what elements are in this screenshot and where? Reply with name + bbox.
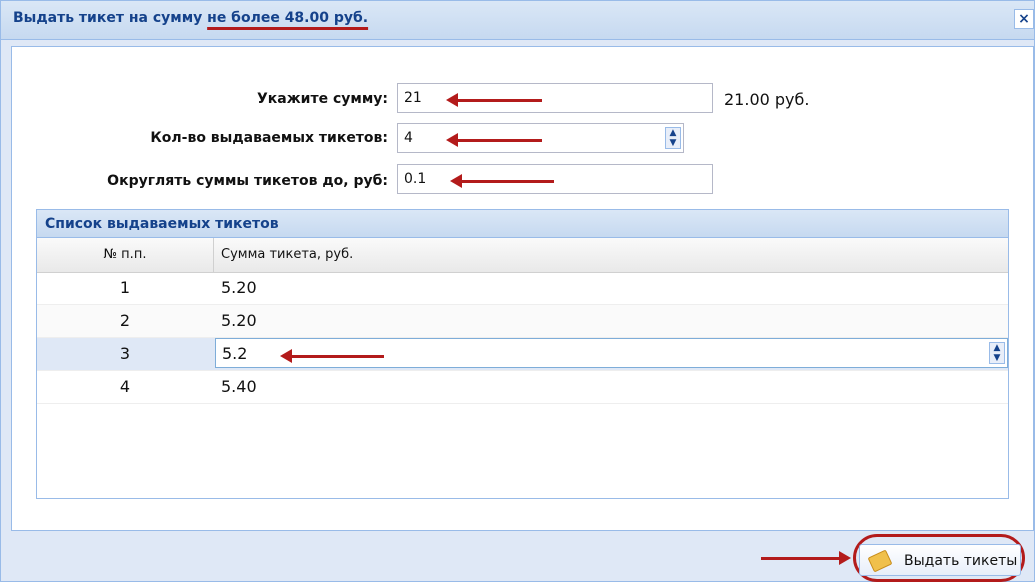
row-number: 2: [119, 311, 131, 330]
amount-cell-spinner[interactable]: ▲ ▼: [989, 342, 1005, 364]
table-row[interactable]: 2 5.20: [37, 305, 1008, 338]
issue-tickets-label: Выдать тикеты: [904, 553, 1018, 569]
issue-ticket-dialog: Выдать тикет на сумму не более 48.00 руб…: [0, 0, 1035, 582]
amount-input[interactable]: 21: [397, 83, 713, 113]
row-amount[interactable]: 5.20: [221, 278, 257, 297]
grid-header: № п.п. Сумма тикета, руб.: [37, 238, 1008, 273]
amount-label: Укажите сумму:: [256, 91, 388, 107]
amount-cell-editor[interactable]: 5.2 ▲ ▼: [215, 338, 1008, 368]
close-button[interactable]: ×: [1014, 9, 1034, 29]
annotation-arrow: [280, 349, 384, 363]
table-row[interactable]: 4 5.40: [37, 371, 1008, 404]
tickets-grid: Список выдаваемых тикетов № п.п. Сумма т…: [36, 209, 1009, 499]
row-number: 1: [119, 278, 131, 297]
row-number: 3: [119, 344, 131, 363]
dialog-title: Выдать тикет на сумму не более 48.00 руб…: [13, 10, 368, 26]
column-header-number[interactable]: № п.п.: [37, 247, 213, 262]
annotation-arrow: [446, 133, 542, 147]
row-number: 4: [119, 377, 131, 396]
table-row-selected[interactable]: 3 5.2 ▲ ▼: [37, 338, 1008, 371]
row-amount[interactable]: 5.20: [221, 311, 257, 330]
header-divider: [213, 238, 214, 272]
ticket-count-value: 4: [404, 130, 413, 146]
ticket-count-input[interactable]: 4 ▲ ▼: [397, 123, 684, 153]
annotation-arrow-right: [761, 551, 851, 565]
issue-tickets-button[interactable]: Выдать тикеты: [859, 544, 1021, 576]
dialog-body: Укажите сумму: 21 21.00 руб. Кол-во выда…: [11, 46, 1034, 531]
grid-title: Список выдаваемых тикетов: [37, 210, 1008, 238]
annotation-arrow: [446, 93, 542, 107]
amount-cell-editor-value: 5.2: [222, 344, 248, 363]
dialog-title-prefix: Выдать тикет на сумму: [13, 10, 208, 26]
ticket-count-spinner[interactable]: ▲ ▼: [665, 127, 681, 149]
annotation-arrow: [450, 174, 554, 188]
ticket-count-label: Кол-во выдаваемых тикетов:: [150, 130, 388, 146]
round-label: Округлять суммы тикетов до, руб:: [107, 173, 388, 189]
amount-formatted: 21.00 руб.: [724, 90, 810, 109]
column-header-amount[interactable]: Сумма тикета, руб.: [221, 247, 353, 262]
dialog-title-limit: не более 48.00 руб.: [207, 10, 369, 26]
round-input[interactable]: 0.1: [397, 164, 713, 194]
row-amount[interactable]: 5.40: [221, 377, 257, 396]
ticket-icon: [867, 549, 893, 573]
table-row[interactable]: 1 5.20: [37, 272, 1008, 305]
dialog-titlebar: Выдать тикет на сумму не более 48.00 руб…: [1, 1, 1034, 40]
